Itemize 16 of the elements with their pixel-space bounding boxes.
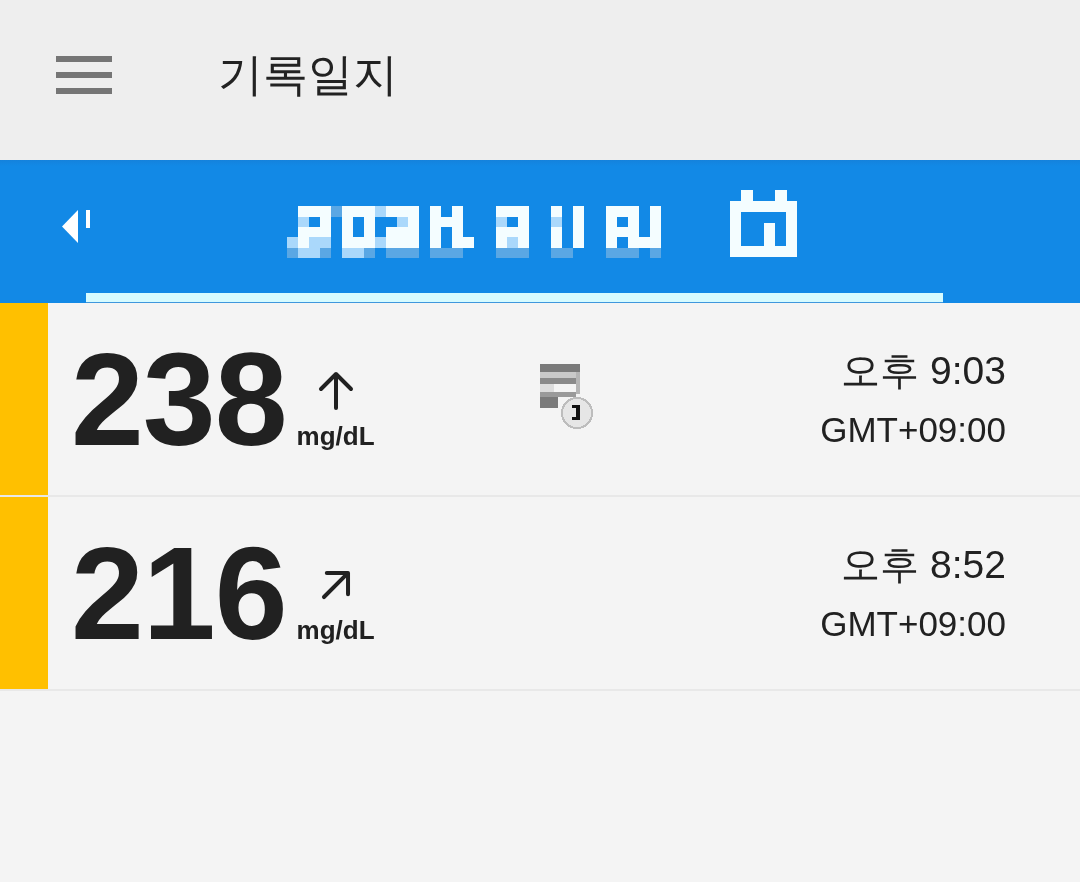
- time-label: 오후 8:52: [841, 542, 1006, 588]
- menu-button[interactable]: [56, 56, 112, 94]
- time-label: 오후 9:03: [841, 348, 1006, 394]
- screen-title: 기록일지: [218, 48, 398, 102]
- reading-row[interactable]: 216 mg/dL 오후 8:52 GMT+09:00: [0, 497, 1080, 691]
- glucose-value: 238: [71, 325, 287, 473]
- reading-row[interactable]: 238 mg/dL 오후 9:03 GMT+09:00: [0, 303, 1080, 497]
- timezone-label: GMT+09:00: [820, 603, 1006, 645]
- menu-icon: [56, 56, 112, 94]
- unit-label: mg/dL: [296, 614, 375, 645]
- calendar-icon[interactable]: [730, 190, 797, 257]
- back-icon: [62, 210, 90, 243]
- timezone-label: GMT+09:00: [820, 409, 1006, 451]
- glucose-value: 216: [71, 519, 287, 667]
- previous-day-button[interactable]: [62, 210, 90, 243]
- unit-label: mg/dL: [296, 420, 375, 451]
